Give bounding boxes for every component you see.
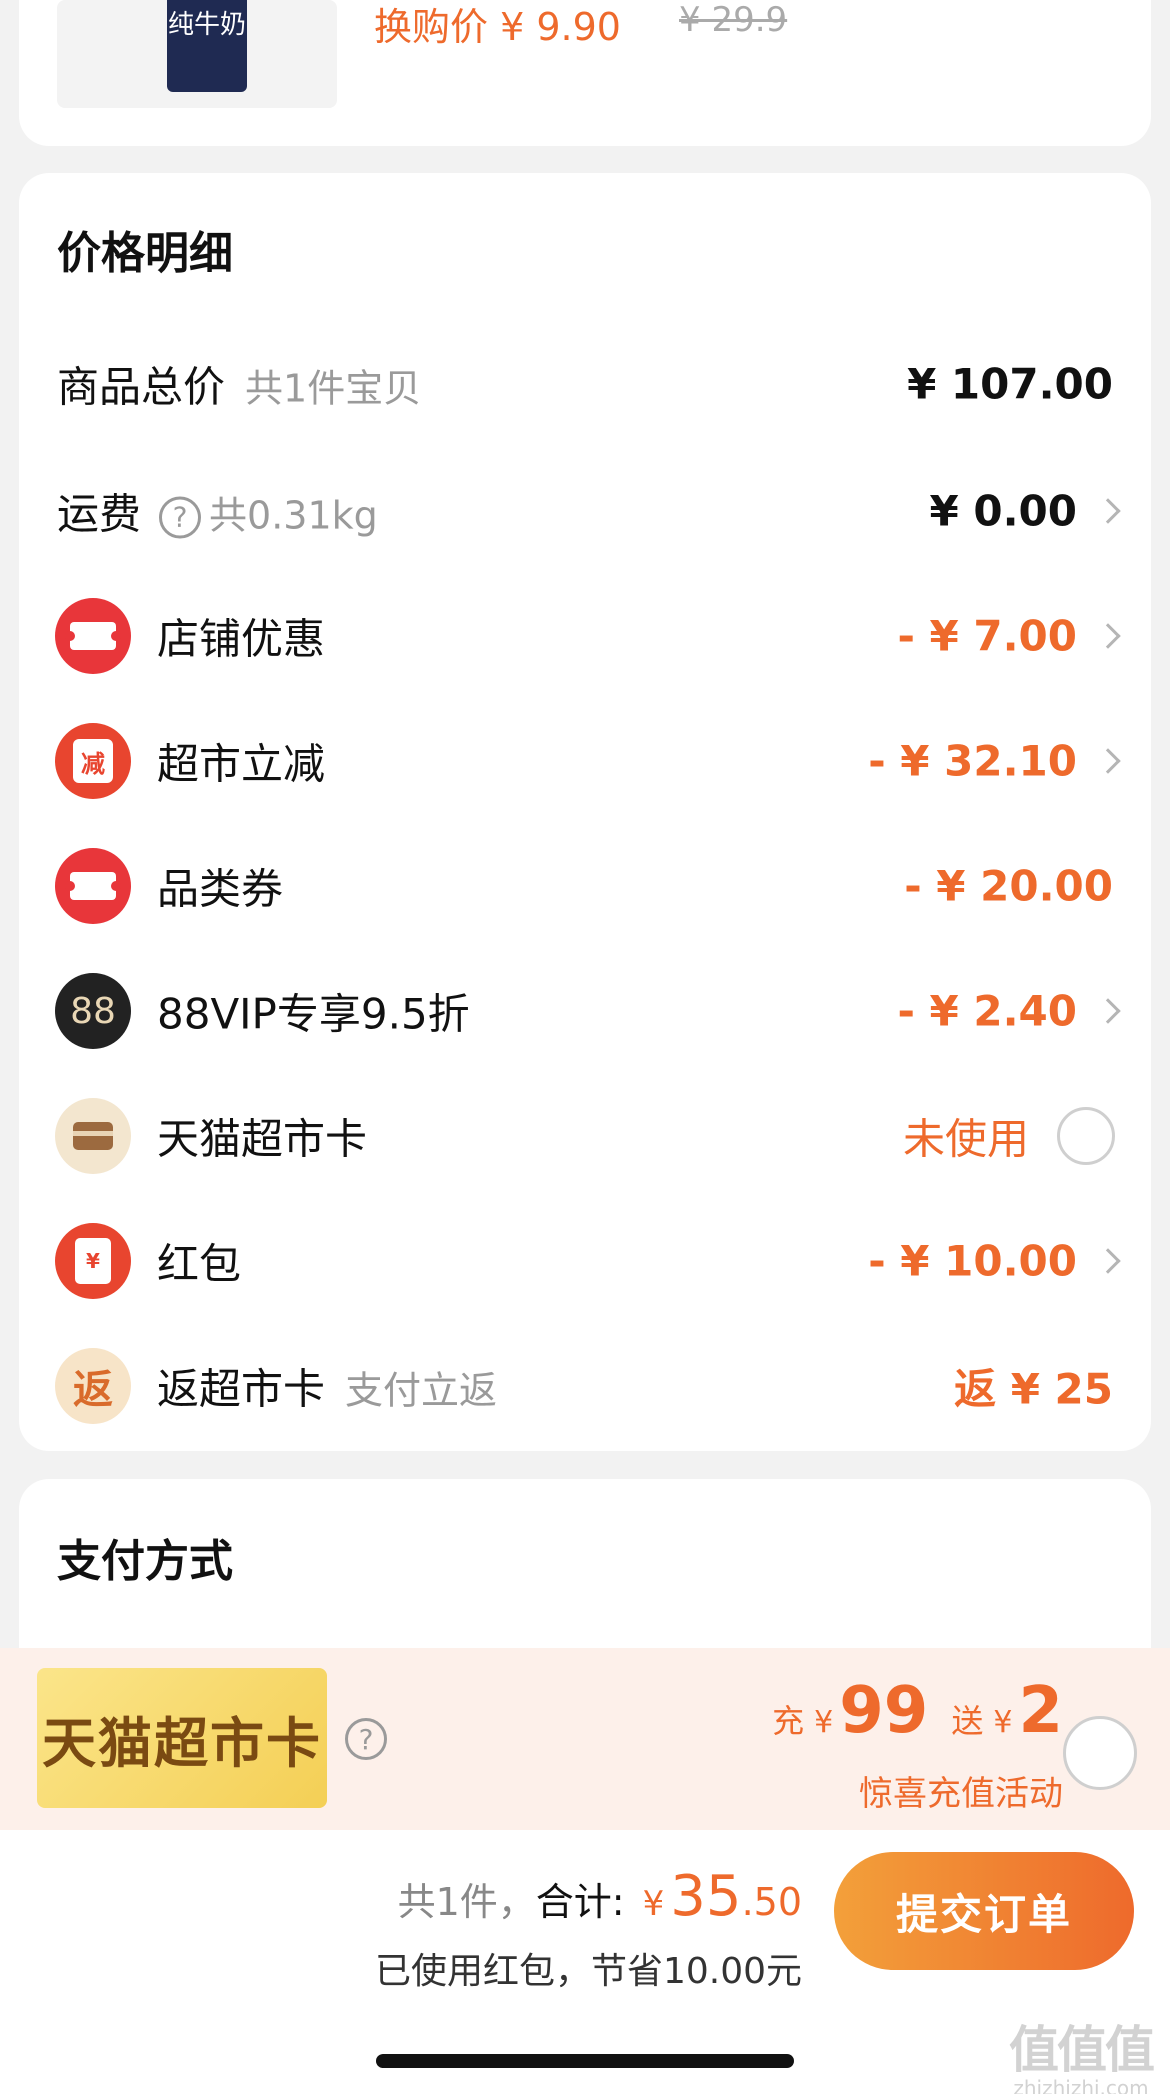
row-88vip[interactable]: 88 88VIP专享9.5折 - ¥ 2.40 (19, 961, 1151, 1061)
card-icon (55, 1098, 131, 1174)
recharge-promo-banner[interactable]: 天猫超市卡 ? 充 ¥99 送 ¥2 惊喜充值活动 (0, 1648, 1170, 1830)
site-watermark: 值值值 zhizhizhi.com (1009, 2021, 1155, 2094)
red-envelope-icon: ¥ (55, 1223, 131, 1299)
row-sub: 共0.31kg (209, 493, 378, 538)
row-category-coupon: 品类券 - ¥ 20.00 (19, 836, 1151, 936)
cashback-icon: 返 (55, 1348, 131, 1424)
row-label: 88VIP专享9.5折 (157, 989, 470, 1039)
payment-title: 支付方式 (57, 1536, 233, 1587)
price-detail-card: 价格明细 商品总价 共1件宝贝 ¥ 107.00 运费? 共0.31kg ¥ 0.0… (19, 173, 1151, 1451)
row-tmall-card[interactable]: 天猫超市卡 未使用 (19, 1086, 1151, 1186)
row-cashback-card: 返 返超市卡 支付立返 返 ¥ 25 (19, 1336, 1151, 1436)
original-price: ¥ 29.9 (679, 0, 788, 40)
reduce-jar-icon: 减 (55, 723, 131, 799)
row-label: 超市立减 (157, 739, 326, 789)
recharge-radio[interactable] (1063, 1716, 1137, 1790)
bottle-label: 纯牛奶 (167, 10, 246, 40)
chevron-right-icon (1095, 998, 1121, 1024)
recharge-offer: 充 ¥99 送 ¥2 (772, 1674, 1063, 1748)
vip-88-icon: 88 (55, 973, 131, 1049)
coupon-icon (55, 848, 131, 924)
home-indicator[interactable] (376, 2054, 794, 2068)
exchange-price: 换购价 ¥ 9.90 (374, 5, 621, 49)
saving-note: 已使用红包，节省10.00元 (374, 1951, 802, 1992)
use-card-radio[interactable] (1057, 1107, 1115, 1165)
row-value: - ¥ 20.00 (904, 861, 1113, 911)
row-label: 返超市卡 (157, 1364, 326, 1414)
row-label: 店铺优惠 (157, 614, 326, 664)
chevron-right-icon (1095, 623, 1121, 649)
row-label: 运费 (57, 489, 142, 539)
row-market-reduction[interactable]: 减 超市立减 - ¥ 32.10 (19, 711, 1151, 811)
row-label: 品类券 (157, 864, 284, 914)
row-value: - ¥ 10.00 (868, 1236, 1077, 1286)
total-amount: ¥35.50 (642, 1864, 802, 1929)
row-label: 红包 (157, 1239, 242, 1289)
row-sub: 共1件宝贝 (245, 366, 422, 411)
row-label: 商品总价 (57, 362, 226, 412)
price-detail-title: 价格明细 (57, 228, 233, 279)
row-value: ¥ 0.00 (929, 486, 1077, 536)
row-value: ¥ 107.00 (907, 359, 1113, 409)
row-label: 天猫超市卡 (157, 1114, 368, 1164)
order-total: 共1件，合计: ¥35.50 (398, 1864, 802, 1929)
row-item-total: 商品总价 共1件宝贝 ¥ 107.00 (19, 334, 1151, 434)
milk-bottle-image: 纯牛奶 (167, 0, 247, 92)
row-shop-discount[interactable]: 店铺优惠 - ¥ 7.00 (19, 586, 1151, 686)
row-red-packet[interactable]: ¥ 红包 - ¥ 10.00 (19, 1211, 1151, 1311)
total-label: 合计: (535, 1880, 625, 1924)
question-icon[interactable]: ? (159, 496, 202, 538)
row-value: - ¥ 32.10 (868, 736, 1077, 786)
promo-subtitle: 惊喜充值活动 (859, 1774, 1063, 1814)
product-image[interactable]: 纯牛奶 (57, 0, 337, 108)
row-value: - ¥ 7.00 (897, 611, 1077, 661)
chevron-right-icon (1095, 748, 1121, 774)
chevron-right-icon (1095, 498, 1121, 524)
row-value: 返 ¥ 25 (954, 1364, 1113, 1414)
chevron-right-icon (1095, 1248, 1121, 1274)
coupon-icon (55, 598, 131, 674)
row-shipping[interactable]: 运费? 共0.31kg ¥ 0.00 (19, 461, 1151, 561)
row-value: 未使用 (902, 1114, 1029, 1164)
question-icon[interactable]: ? (345, 1718, 387, 1760)
tmall-card-image: 天猫超市卡 (37, 1668, 327, 1808)
product-card: 纯牛奶 换购价 ¥ 9.90 ¥ 29.9 (19, 0, 1151, 146)
row-value: - ¥ 2.40 (897, 986, 1077, 1036)
row-sub: 支付立返 (345, 1368, 498, 1413)
item-count: 共1件， (397, 1880, 536, 1924)
checkout-bar: 共1件，合计: ¥35.50 已使用红包，节省10.00元 提交订单 值值值 z… (0, 1830, 1170, 2094)
submit-order-button[interactable]: 提交订单 (834, 1852, 1134, 1970)
